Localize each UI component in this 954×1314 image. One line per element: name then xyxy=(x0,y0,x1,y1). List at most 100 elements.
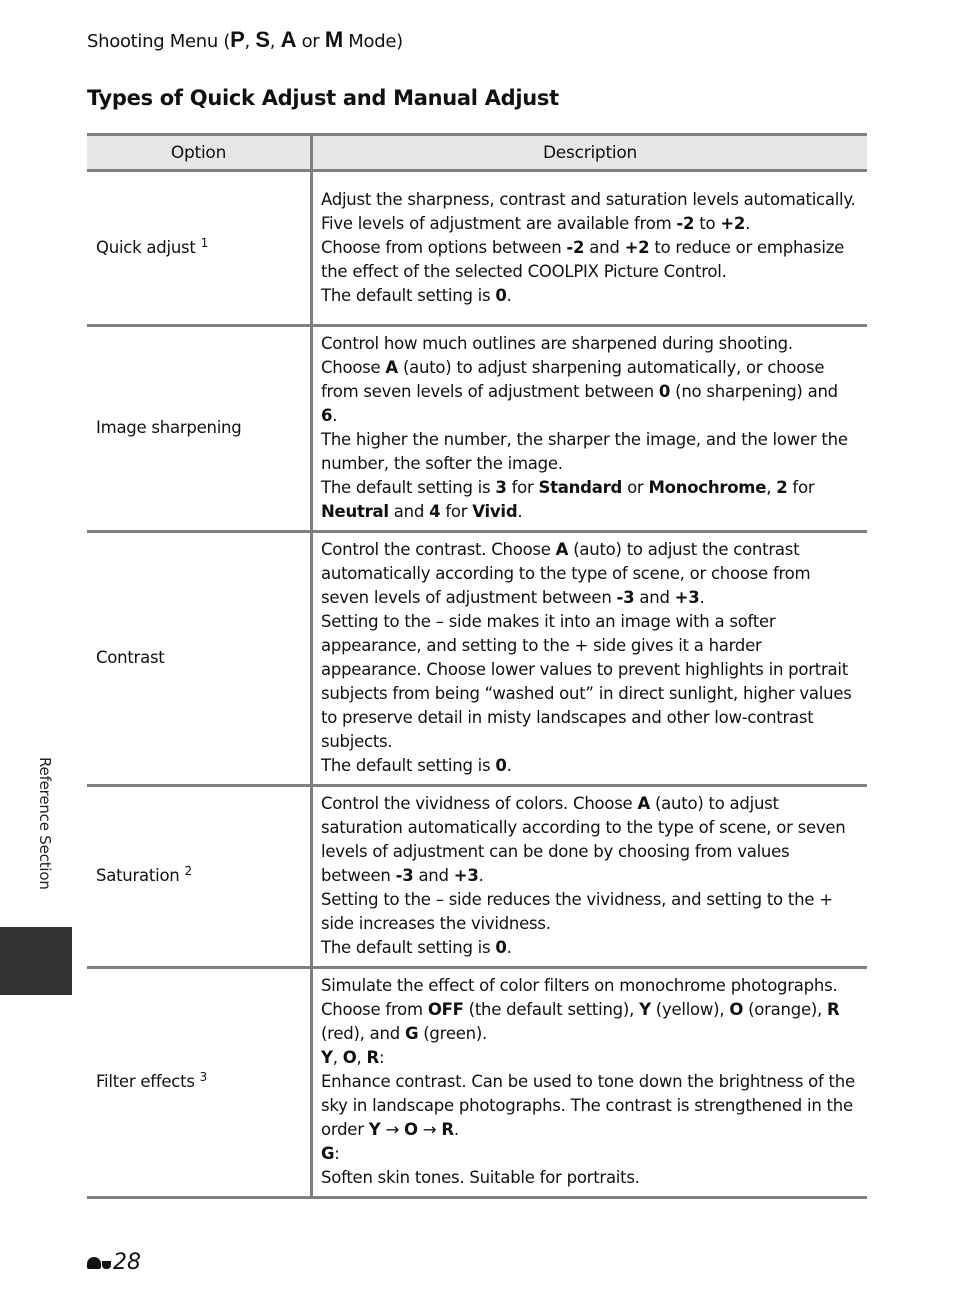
bold-value: -3 xyxy=(616,588,635,607)
option-cell: Contrast xyxy=(87,531,313,787)
description-paragraph: Choose from options between -2 and +2 to… xyxy=(321,236,859,284)
mode-p-icon: P xyxy=(230,27,245,52)
description-text: The higher the number, the sharper the i… xyxy=(321,430,848,473)
option-name: Image sharpening xyxy=(96,418,242,437)
separator: , xyxy=(269,31,281,52)
description-text: (orange), xyxy=(743,1000,828,1019)
description-paragraph: Adjust the sharpness, contrast and satur… xyxy=(321,188,859,236)
bold-value: A xyxy=(555,540,569,559)
description-text: Soften skin tones. Suitable for portrait… xyxy=(321,1168,640,1187)
option-cell: Filter effects 3 xyxy=(87,967,313,1199)
description-paragraph: Control the vividness of colors. Choose … xyxy=(321,792,859,888)
description-paragraph: Control how much outlines are sharpened … xyxy=(321,332,859,356)
description-text: Control how much outlines are sharpened … xyxy=(321,334,793,353)
description-text: , xyxy=(766,478,777,497)
side-section-label: Reference Section xyxy=(36,757,54,890)
description-paragraph: Control the contrast. Choose A (auto) to… xyxy=(321,538,859,610)
table-header-row: Option Description xyxy=(87,133,867,172)
bold-value: Y xyxy=(639,1000,651,1019)
bold-value: 0 xyxy=(658,382,671,401)
description-text: and xyxy=(413,866,454,885)
option-name: Quick adjust xyxy=(96,237,196,257)
option-cell: Saturation 2 xyxy=(87,785,313,969)
page-number-value: 28 xyxy=(113,1250,141,1275)
bold-value: Vivid xyxy=(472,502,518,521)
table-row: Saturation 2 Control the vividness of col… xyxy=(87,785,867,969)
description-text: : xyxy=(334,1144,340,1163)
mode-m-icon: M xyxy=(324,27,343,52)
table-row: Contrast Control the contrast. Choose A (… xyxy=(87,531,867,787)
section-tab-marker xyxy=(0,927,72,995)
description-text: . xyxy=(506,285,512,305)
mode-a-icon: A xyxy=(280,27,297,52)
table-row: Quick adjust 1 Adjust the sharpness, cont… xyxy=(87,170,867,327)
bold-value: G xyxy=(404,1024,419,1043)
footnote-marker: 1 xyxy=(200,235,209,250)
description-text: The default setting is xyxy=(321,478,496,497)
description-text: , xyxy=(356,1048,367,1067)
bold-value: O xyxy=(404,1120,418,1139)
description-text: → xyxy=(380,1120,405,1139)
description-cell: Control the vividness of colors. Choose … xyxy=(311,785,867,969)
bold-value: 2 xyxy=(776,478,788,497)
bold-value: -3 xyxy=(395,866,414,885)
footnote-marker: 3 xyxy=(199,1070,208,1084)
bold-value: OFF xyxy=(427,1000,464,1019)
page-number: 28 xyxy=(87,1250,141,1275)
bold-value: Standard xyxy=(538,478,623,497)
option-cell: Image sharpening xyxy=(87,325,313,533)
description-text: Choose from options between xyxy=(321,237,567,257)
separator: , xyxy=(244,31,256,52)
bold-value: 3 xyxy=(495,478,507,497)
bold-value: O xyxy=(342,1048,357,1067)
bold-value: 0 xyxy=(495,938,507,957)
description-cell: Control the contrast. Choose A (auto) to… xyxy=(311,531,867,787)
bold-value: A xyxy=(385,358,398,377)
bold-value: A xyxy=(637,794,650,813)
description-text: → xyxy=(417,1120,442,1139)
reference-section-icon xyxy=(87,1256,101,1269)
description-paragraph: Setting to the – side reduces the vividn… xyxy=(321,888,859,936)
description-text: . xyxy=(506,938,512,957)
running-head-prefix: Shooting Menu ( xyxy=(87,31,231,52)
section-title: Types of Quick Adjust and Manual Adjust xyxy=(87,86,559,110)
description-paragraph: G: xyxy=(321,1142,859,1166)
bold-value: O xyxy=(729,1000,744,1019)
bold-value: R xyxy=(441,1120,454,1139)
description-text: The default setting is xyxy=(321,938,496,957)
description-text: and xyxy=(388,502,430,521)
description-paragraph: Soften skin tones. Suitable for portrait… xyxy=(321,1166,859,1190)
description-text: The default setting is xyxy=(321,285,496,305)
description-cell: Simulate the effect of color filters on … xyxy=(311,967,867,1199)
options-table: Option Description Quick adjust 1 Adjust … xyxy=(87,133,867,1199)
description-text: Control the vividness of colors. Choose xyxy=(321,794,638,813)
description-text: . xyxy=(453,1120,459,1139)
description-cell: Adjust the sharpness, contrast and satur… xyxy=(311,170,867,327)
column-header-description: Description xyxy=(311,133,867,172)
description-text: and xyxy=(634,588,675,607)
description-text: or xyxy=(622,478,649,497)
description-paragraph: Choose A (auto) to adjust sharpening aut… xyxy=(321,356,859,428)
description-paragraph: The default setting is 0. xyxy=(321,754,859,778)
description-paragraph: The default setting is 0. xyxy=(321,284,859,308)
description-text: for xyxy=(506,478,539,497)
mode-s-icon: S xyxy=(255,27,270,52)
description-paragraph: The default setting is 0. xyxy=(321,936,859,960)
description-text: and xyxy=(584,237,625,257)
description-text: (red), and xyxy=(321,1024,405,1043)
description-text: , xyxy=(332,1048,343,1067)
description-text: . xyxy=(699,588,705,607)
bold-value: Y xyxy=(368,1120,381,1139)
description-text: . xyxy=(478,866,484,885)
description-text: . xyxy=(506,756,512,775)
description-text: : xyxy=(378,1048,385,1067)
bold-value: -2 xyxy=(676,213,695,233)
bold-value: R xyxy=(366,1048,379,1067)
bold-value: -2 xyxy=(566,237,585,257)
description-paragraph: Y, O, R: xyxy=(321,1046,859,1070)
description-paragraph: The default setting is 3 for Standard or… xyxy=(321,476,859,524)
bold-value: +2 xyxy=(624,237,650,257)
description-text: The default setting is xyxy=(321,756,496,775)
description-text: . xyxy=(745,213,751,233)
description-text: for xyxy=(440,502,473,521)
